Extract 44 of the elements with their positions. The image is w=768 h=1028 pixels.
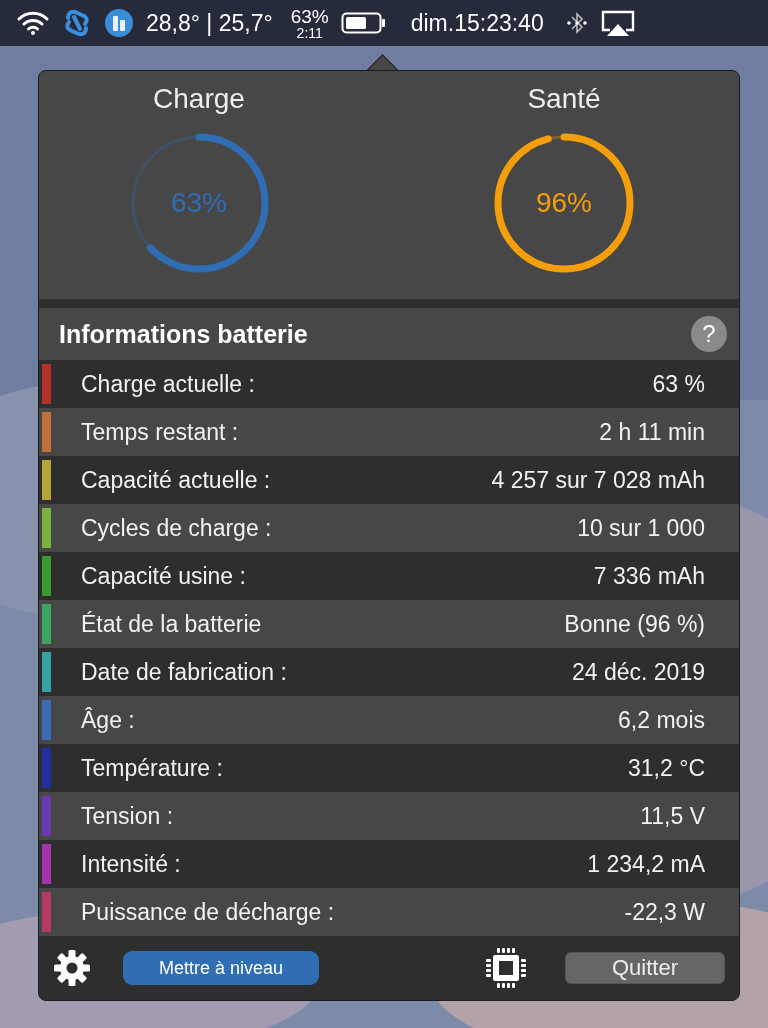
info-label: Âge : <box>81 706 135 734</box>
battery-icon[interactable] <box>340 11 387 35</box>
gauge-title: Santé <box>527 83 601 115</box>
bluetooth-icon[interactable] <box>565 9 588 37</box>
help-button[interactable]: ? <box>691 316 727 352</box>
info-value: 63 % <box>652 370 705 398</box>
info-label: Cycles de charge : <box>81 514 272 542</box>
info-label: Capacité usine : <box>81 562 246 590</box>
airplay-icon[interactable] <box>599 9 636 37</box>
info-label: Tension : <box>81 802 174 830</box>
info-value: Bonne (96 %) <box>564 610 705 638</box>
info-label: État de la batterie <box>81 610 262 638</box>
settings-icon[interactable] <box>53 949 91 987</box>
temperature-reading[interactable]: 28,8° | 25,7° <box>146 9 273 37</box>
info-value: 11,5 V <box>640 802 705 830</box>
info-value: 2 h 11 min <box>599 418 705 446</box>
battery-percent: 63% <box>290 6 329 26</box>
wifi-icon[interactable] <box>16 10 50 36</box>
info-value: -22,3 W <box>624 898 705 926</box>
info-value: 4 257 sur 7 028 mAh <box>491 466 705 494</box>
info-label: Temps restant : <box>81 418 239 446</box>
quit-button[interactable]: Quitter <box>565 952 725 984</box>
upgrade-button[interactable]: Mettre à niveau <box>123 951 319 985</box>
section-title: Informations batterie <box>59 319 308 349</box>
gauge-title: Charge <box>153 83 245 115</box>
info-value: 24 déc. 2019 <box>572 658 705 686</box>
battery-time: 2:11 <box>296 25 323 40</box>
info-label: Date de fabrication : <box>81 658 287 686</box>
knot-icon[interactable] <box>62 8 92 38</box>
info-label: Température : <box>81 754 223 782</box>
info-value: 1 234,2 mA <box>587 850 705 878</box>
info-label: Puissance de décharge : <box>81 898 335 926</box>
clock[interactable]: dim.15:23:40 <box>410 9 544 37</box>
info-value: 7 336 mAh <box>593 562 705 590</box>
info-label: Capacité actuelle : <box>81 466 271 494</box>
bar-chart-icon[interactable] <box>104 8 134 38</box>
chip-icon[interactable] <box>485 947 527 989</box>
gauge-value: 96% <box>536 187 592 219</box>
info-value: 6,2 mois <box>618 706 705 734</box>
gauge-value: 63% <box>171 187 227 219</box>
info-value: 10 sur 1 000 <box>577 514 705 542</box>
info-label: Charge actuelle : <box>81 370 255 398</box>
info-value: 31,2 °C <box>628 754 705 782</box>
info-label: Intensité : <box>81 850 181 878</box>
